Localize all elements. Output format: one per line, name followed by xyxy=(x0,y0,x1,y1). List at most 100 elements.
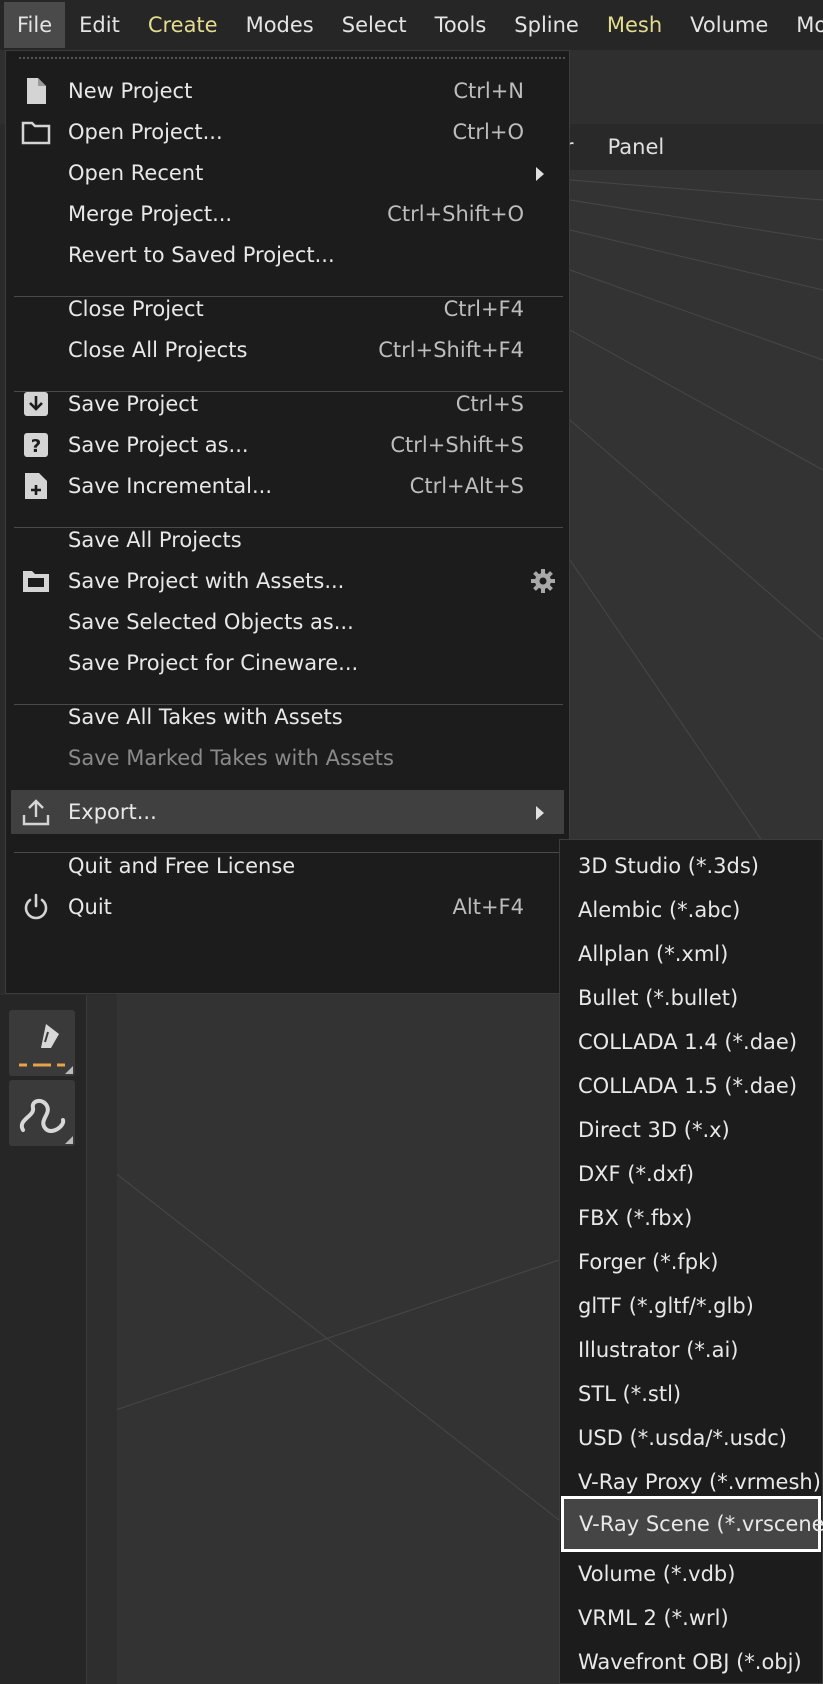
menu-item-save-marked-takes: Save Marked Takes with Assets xyxy=(11,736,564,780)
menu-item-save-project-as[interactable]: ? Save Project as... Ctrl+Shift+S xyxy=(11,423,564,467)
document-icon xyxy=(21,76,51,106)
export-item-label: V-Ray Proxy (*.vrmesh) xyxy=(578,1470,821,1494)
export-item-label: Direct 3D (*.x) xyxy=(578,1118,730,1142)
menu-file[interactable]: File xyxy=(4,2,66,48)
submenu-corner-indicator xyxy=(65,1066,73,1074)
export-item-bullet[interactable]: Bullet (*.bullet) xyxy=(562,976,820,1020)
menu-item-label: Save Project xyxy=(68,392,199,416)
export-item-label: Allplan (*.xml) xyxy=(578,942,729,966)
menu-item-quit-and-free-license[interactable]: Quit and Free License xyxy=(11,844,564,888)
menu-item-label: Open Recent xyxy=(68,161,204,185)
pen-tool-button[interactable] xyxy=(9,1010,75,1076)
export-item-allplan[interactable]: Allplan (*.xml) xyxy=(562,932,820,976)
menu-item-label: Quit and Free License xyxy=(68,854,296,878)
export-item-dxf[interactable]: DXF (*.dxf) xyxy=(562,1152,820,1196)
export-item-label: STL (*.stl) xyxy=(578,1382,682,1406)
menu-item-new-project[interactable]: New Project Ctrl+N xyxy=(11,69,564,113)
menu-item-label: Open Project... xyxy=(68,120,223,144)
menu-item-label: Save Marked Takes with Assets xyxy=(68,746,394,770)
save-incremental-plus-icon xyxy=(21,471,51,501)
export-item-gltf[interactable]: glTF (*.gltf/*.glb) xyxy=(562,1284,820,1328)
save-as-question-icon: ? xyxy=(21,430,51,460)
export-item-forger[interactable]: Forger (*.fpk) xyxy=(562,1240,820,1284)
tear-off-handle[interactable] xyxy=(18,56,566,60)
menu-item-save-incremental[interactable]: Save Incremental... Ctrl+Alt+S xyxy=(11,464,564,508)
menu-item-close-project[interactable]: Close Project Ctrl+F4 xyxy=(11,287,564,331)
menu-item-label: Save Selected Objects as... xyxy=(68,610,354,634)
menu-item-open-recent[interactable]: Open Recent xyxy=(11,151,564,195)
menu-item-open-project[interactable]: Open Project... Ctrl+O xyxy=(11,110,564,154)
menu-edit[interactable]: Edit xyxy=(65,2,134,48)
export-item-label: Bullet (*.bullet) xyxy=(578,986,739,1010)
export-item-label: VRML 2 (*.wrl) xyxy=(578,1606,729,1630)
menu-modes[interactable]: Modes xyxy=(232,2,328,48)
menu-volume[interactable]: Volume xyxy=(676,2,782,48)
file-menu: New Project Ctrl+N Open Project... Ctrl+… xyxy=(5,50,570,994)
export-item-label: Forger (*.fpk) xyxy=(578,1250,719,1274)
submenu-corner-indicator xyxy=(65,1136,73,1144)
menu-item-label: Save Project with Assets... xyxy=(68,569,345,593)
export-item-label: FBX (*.fbx) xyxy=(578,1206,693,1230)
export-item-label: 3D Studio (*.3ds) xyxy=(578,854,759,878)
menu-item-save-all-takes[interactable]: Save All Takes with Assets xyxy=(11,695,564,739)
menu-item-export[interactable]: Export... xyxy=(11,790,564,834)
export-item-usd[interactable]: USD (*.usda/*.usdc) xyxy=(562,1416,820,1460)
menu-item-shortcut: Ctrl+Shift+F4 xyxy=(378,338,524,362)
menu-item-shortcut: Ctrl+Shift+O xyxy=(387,202,524,226)
menu-item-label: Save Project for Cineware... xyxy=(68,651,359,675)
menu-item-shortcut: Ctrl+Alt+S xyxy=(409,474,524,498)
menu-item-revert-to-saved[interactable]: Revert to Saved Project... xyxy=(11,233,564,277)
menu-item-label: Save Project as... xyxy=(68,433,249,457)
export-item-alembic[interactable]: Alembic (*.abc) xyxy=(562,888,820,932)
export-item-label: glTF (*.gltf/*.glb) xyxy=(578,1294,754,1318)
export-item-stl[interactable]: STL (*.stl) xyxy=(562,1372,820,1416)
menu-item-save-project[interactable]: Save Project Ctrl+S xyxy=(11,382,564,426)
export-item-vrml2[interactable]: VRML 2 (*.wrl) xyxy=(562,1596,820,1640)
export-item-3ds[interactable]: 3D Studio (*.3ds) xyxy=(562,844,820,888)
menu-item-close-all-projects[interactable]: Close All Projects Ctrl+Shift+F4 xyxy=(11,328,564,372)
export-item-label: USD (*.usda/*.usdc) xyxy=(578,1426,787,1450)
spline-sketch-tool-button[interactable] xyxy=(9,1080,75,1146)
menu-select[interactable]: Select xyxy=(328,2,421,48)
menu-item-label: Revert to Saved Project... xyxy=(68,243,335,267)
export-item-illustrator[interactable]: Illustrator (*.ai) xyxy=(562,1328,820,1372)
folder-icon xyxy=(21,117,51,147)
menu-item-shortcut: Ctrl+F4 xyxy=(443,297,524,321)
menu-item-label: Close All Projects xyxy=(68,338,248,362)
export-item-label: Wavefront OBJ (*.obj) xyxy=(578,1650,802,1674)
menu-item-save-all-projects[interactable]: Save All Projects xyxy=(11,518,564,562)
menu-create[interactable]: Create xyxy=(134,2,232,48)
menu-item-shortcut: Ctrl+Shift+S xyxy=(390,433,524,457)
export-item-collada-14[interactable]: COLLADA 1.4 (*.dae) xyxy=(562,1020,820,1064)
menu-item-save-project-with-assets[interactable]: Save Project with Assets... xyxy=(11,559,564,603)
menu-tools[interactable]: Tools xyxy=(421,2,501,48)
export-item-label: DXF (*.dxf) xyxy=(578,1162,695,1186)
main-menubar: File Edit Create Modes Select Tools Spli… xyxy=(0,0,823,50)
menu-mesh[interactable]: Mesh xyxy=(593,2,676,48)
menu-item-label: Quit xyxy=(68,895,112,919)
export-item-fbx[interactable]: FBX (*.fbx) xyxy=(562,1196,820,1240)
export-item-label: COLLADA 1.4 (*.dae) xyxy=(578,1030,798,1054)
menu-item-quit[interactable]: Quit Alt+F4 xyxy=(11,885,564,929)
export-item-vray-scene[interactable]: V-Ray Scene (*.vrscene) xyxy=(561,1496,823,1552)
power-icon xyxy=(21,892,51,922)
menu-item-label: Save All Projects xyxy=(68,528,242,552)
menu-item-shortcut: Ctrl+S xyxy=(455,392,524,416)
svg-text:?: ? xyxy=(31,436,41,457)
menu-item-merge-project[interactable]: Merge Project... Ctrl+Shift+O xyxy=(11,192,564,236)
left-toolbar-edge xyxy=(86,995,117,1684)
gear-icon[interactable] xyxy=(530,568,556,599)
menu-spline[interactable]: Spline xyxy=(500,2,593,48)
submenu-arrow-icon xyxy=(536,167,544,181)
menu-mograph[interactable]: MoGr xyxy=(782,2,823,48)
export-item-label: COLLADA 1.5 (*.dae) xyxy=(578,1074,798,1098)
export-item-wavefront-obj[interactable]: Wavefront OBJ (*.obj) xyxy=(562,1640,820,1684)
export-item-direct3d[interactable]: Direct 3D (*.x) xyxy=(562,1108,820,1152)
export-item-collada-15[interactable]: COLLADA 1.5 (*.dae) xyxy=(562,1064,820,1108)
menu-item-save-for-cineware[interactable]: Save Project for Cineware... xyxy=(11,641,564,685)
menu-item-save-selected-objects[interactable]: Save Selected Objects as... xyxy=(11,600,564,644)
menu-item-shortcut: Ctrl+N xyxy=(453,79,524,103)
export-item-label: Illustrator (*.ai) xyxy=(578,1338,739,1362)
menu-item-shortcut: Alt+F4 xyxy=(452,895,524,919)
export-item-volume[interactable]: Volume (*.vdb) xyxy=(562,1552,820,1596)
